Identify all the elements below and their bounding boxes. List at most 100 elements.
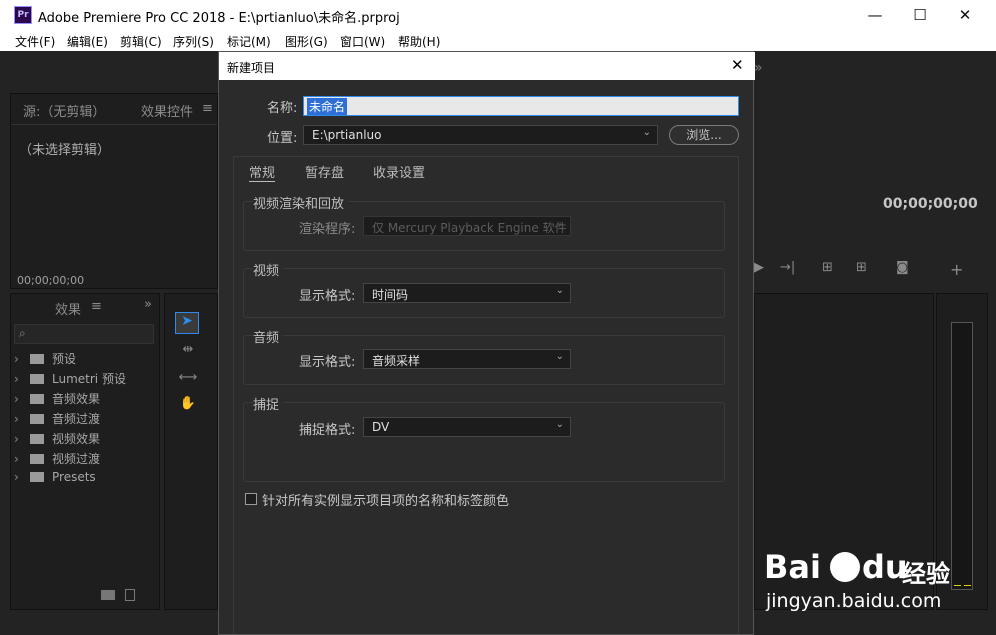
video-format-select[interactable]: 时间码 ⌄ [363, 283, 571, 303]
menu-bar: 文件(F) 编辑(E) 剪辑(C) 序列(S) 标记(M) 图形(G) 窗口(W… [0, 30, 996, 51]
video-title: 视频 [253, 260, 284, 279]
track-select-tool-icon[interactable]: ⇹ [177, 342, 199, 357]
overflow-icon[interactable]: » [144, 297, 152, 312]
name-input[interactable]: 未命名 [303, 96, 739, 116]
premiere-app-icon: Pr [14, 6, 32, 24]
tree-item-presets[interactable]: › 预设 [14, 350, 154, 370]
tree-item-lumetri-presets[interactable]: › Lumetri 预设 [14, 370, 154, 390]
chevron-right-icon: › [14, 412, 19, 426]
tab-ingest-settings[interactable]: 收录设置 [373, 162, 425, 181]
overflow-icon[interactable]: » [754, 60, 763, 76]
folder-icon [30, 434, 44, 444]
program-timecode[interactable]: 00;00;00;00 [883, 196, 978, 212]
trash-icon[interactable] [125, 589, 135, 601]
menu-sequence[interactable]: 序列(S) [173, 33, 214, 50]
tree-item-label: 音频效果 [52, 392, 101, 406]
folder-icon [30, 414, 44, 424]
tab-scratch-disks[interactable]: 暂存盘 [305, 162, 344, 181]
minimize-button[interactable]: — [852, 0, 898, 30]
tree-item-label: 视频效果 [52, 432, 101, 446]
ripple-edit-tool-icon[interactable]: ⟷ [177, 370, 199, 385]
audio-format-label: 显示格式: [299, 355, 356, 370]
capture-format-label: 捕捉格式: [299, 423, 356, 438]
chevron-right-icon: › [14, 372, 19, 386]
hand-tool-icon[interactable]: ✋ [177, 396, 199, 411]
camera-icon[interactable]: ◙ [896, 260, 909, 275]
audio-format-select[interactable]: 音频采样 ⌄ [363, 349, 571, 369]
effects-panel: 效果 ≡ » ⌕ › 预设 › Lumetri 预设 › 音频效果 › 音频过渡 › 视频… [10, 293, 160, 610]
tree-item-audio-effects[interactable]: › 音频效果 [14, 390, 154, 410]
browse-button[interactable]: 浏览... [669, 125, 739, 145]
watermark-suffix: 经验 [902, 560, 950, 588]
renderer-label: 渲染程序: [299, 222, 356, 237]
chevron-down-icon: ⌄ [555, 218, 564, 229]
no-clip-label: （未选择剪辑） [19, 143, 111, 158]
show-names-checkbox[interactable] [245, 493, 257, 505]
dialog-close-button[interactable]: ✕ [731, 56, 744, 74]
tree-item-video-effects[interactable]: › 视频效果 [14, 430, 154, 450]
meter-level-left [954, 585, 961, 586]
capture-title: 捕捉 [253, 394, 284, 413]
close-window-button[interactable]: ✕ [942, 0, 988, 30]
menu-window[interactable]: 窗口(W) [340, 33, 385, 50]
lift-icon[interactable]: ⊞ [822, 260, 833, 275]
paw-icon [830, 552, 860, 582]
tree-item-label: 预设 [52, 352, 77, 366]
renderer-value: 仅 Mercury Playback Engine 软件 [372, 221, 567, 235]
capture-format-select[interactable]: DV ⌄ [363, 417, 571, 437]
new-project-dialog: 新建项目 ✕ 名称: 未命名 位置: E:\prtianluo ⌄ 浏览... … [218, 51, 755, 635]
tab-source[interactable]: 源:（无剪辑） [23, 101, 105, 120]
tree-item-label: Presets [52, 470, 96, 484]
menu-graphics[interactable]: 图形(G) [285, 33, 328, 50]
effects-search-input[interactable]: ⌕ [14, 324, 154, 344]
menu-file[interactable]: 文件(F) [15, 33, 55, 50]
tree-item-audio-transitions[interactable]: › 音频过渡 [14, 410, 154, 430]
selection-tool-icon[interactable]: ➤ [175, 312, 199, 334]
audio-title: 音频 [253, 327, 284, 346]
capture-format-value: DV [372, 420, 390, 434]
capture-group [243, 402, 725, 482]
settings-tabs: 常规 暂存盘 收录设置 [249, 162, 549, 182]
dialog-titlebar: 新建项目 ✕ [219, 52, 755, 80]
location-label: 位置: [267, 131, 298, 146]
maximize-button[interactable]: ☐ [897, 0, 943, 30]
search-icon: ⌕ [19, 326, 26, 340]
add-button-icon[interactable]: + [950, 260, 963, 279]
watermark-url: jingyan.baidu.com [766, 590, 942, 612]
window-titlebar: Pr Adobe Premiere Pro CC 2018 - E:\prtia… [0, 0, 996, 30]
step-forward-icon[interactable]: →| [780, 260, 795, 275]
tab-effect-controls[interactable]: 效果控件 [141, 101, 193, 120]
new-folder-icon[interactable] [101, 590, 115, 600]
tree-item-label: 视频过渡 [52, 452, 101, 466]
menu-help[interactable]: 帮助(H) [398, 33, 440, 50]
folder-icon [30, 394, 44, 404]
meter-level-right [964, 585, 971, 586]
chevron-down-icon: ⌄ [555, 419, 564, 430]
effects-menu-icon[interactable]: ≡ [91, 299, 102, 314]
chevron-right-icon: › [14, 432, 19, 446]
location-value: E:\prtianluo [312, 128, 382, 142]
menu-edit[interactable]: 编辑(E) [67, 33, 108, 50]
extract-icon[interactable]: ⊞ [856, 260, 867, 275]
video-format-value: 时间码 [372, 288, 409, 302]
baidu-watermark: Bai du 经验 [764, 548, 954, 588]
tree-item-video-transitions[interactable]: › 视频过渡 [14, 450, 154, 470]
location-select[interactable]: E:\prtianluo ⌄ [303, 125, 658, 145]
menu-marker[interactable]: 标记(M) [227, 33, 271, 50]
panel-menu-icon[interactable]: ≡ [202, 101, 213, 116]
show-names-checkbox-label: 针对所有实例显示项目项的名称和标签颜色 [262, 494, 510, 509]
name-label: 名称: [267, 101, 298, 116]
video-rendering-title: 视频渲染和回放 [253, 193, 349, 212]
menu-clip[interactable]: 剪辑(C) [120, 33, 162, 50]
source-timecode[interactable]: 00;00;00;00 [17, 274, 84, 287]
tab-general[interactable]: 常规 [249, 162, 276, 182]
tree-item-presets-en[interactable]: › Presets [14, 470, 154, 490]
tab-effects[interactable]: 效果 [55, 299, 81, 318]
chevron-down-icon: ⌄ [555, 285, 564, 296]
tree-item-label: Lumetri 预设 [52, 372, 126, 386]
play-icon[interactable]: ▶ [754, 260, 764, 275]
folder-icon [30, 454, 44, 464]
name-input-value: 未命名 [307, 98, 348, 115]
watermark-brand-2: du [862, 548, 908, 586]
dialog-title: 新建项目 [227, 61, 276, 75]
